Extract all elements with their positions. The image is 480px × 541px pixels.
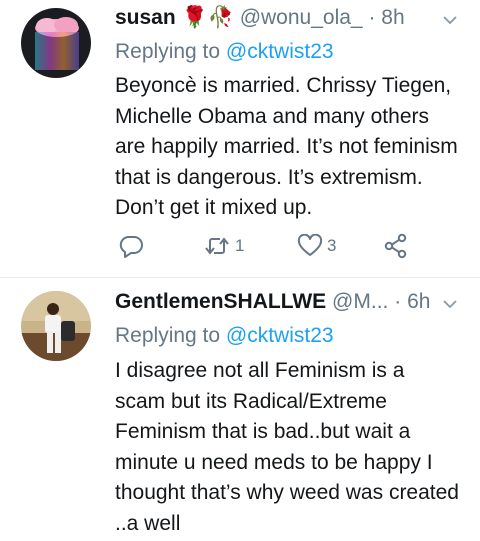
tweet-2[interactable]: GentlemenSHALLWE @M... · 6h Replying to … [0,278,480,541]
tweet-header: susan 🌹🥀 @wonu_ola_ · 8h [115,6,464,32]
retweet-button[interactable]: 1 [203,232,244,260]
timestamp[interactable]: 8h [381,6,404,29]
avatar[interactable] [21,291,91,361]
like-button[interactable]: 3 [297,232,336,260]
share-icon [383,233,409,259]
tweet-header: GentlemenSHALLWE @M... · 6h [115,290,464,316]
tweet-1[interactable]: susan 🌹🥀 @wonu_ola_ · 8h Replying to @ck… [0,0,480,277]
timestamp[interactable]: 6h [407,290,430,313]
display-name[interactable]: susan [115,6,176,29]
retweet-icon [203,234,231,258]
tweet-text: Beyoncè is married. Chrissy Tiegen, Mich… [115,74,458,219]
replying-prefix: Replying to [115,324,221,347]
retweet-count: 1 [235,236,245,255]
username-handle[interactable]: @M... [332,290,388,313]
separator-dot: · [394,290,402,313]
replying-to: Replying to @cktwist23 [115,40,334,64]
display-name[interactable]: GentlemenSHALLWE [115,290,326,313]
tweet-actions: 1 3 [115,232,425,260]
reply-button[interactable] [118,232,144,260]
separator-dot: · [368,6,376,29]
replying-to-mention[interactable]: @cktwist23 [226,324,334,347]
chevron-down-icon[interactable] [442,294,458,310]
replying-to-mention[interactable]: @cktwist23 [226,40,334,63]
replying-to: Replying to @cktwist23 [115,324,334,348]
tweet-text: I disagree not all Feminism is a scam bu… [115,359,459,535]
chevron-down-icon[interactable] [442,10,458,26]
replying-prefix: Replying to [115,40,221,63]
reply-icon [118,234,144,258]
like-icon [297,234,323,258]
username-handle[interactable]: @wonu_ola_ [240,6,363,29]
like-count: 3 [327,236,337,255]
share-button[interactable] [383,232,409,260]
name-emoji: 🌹🥀 [181,6,234,29]
avatar[interactable] [21,8,91,78]
